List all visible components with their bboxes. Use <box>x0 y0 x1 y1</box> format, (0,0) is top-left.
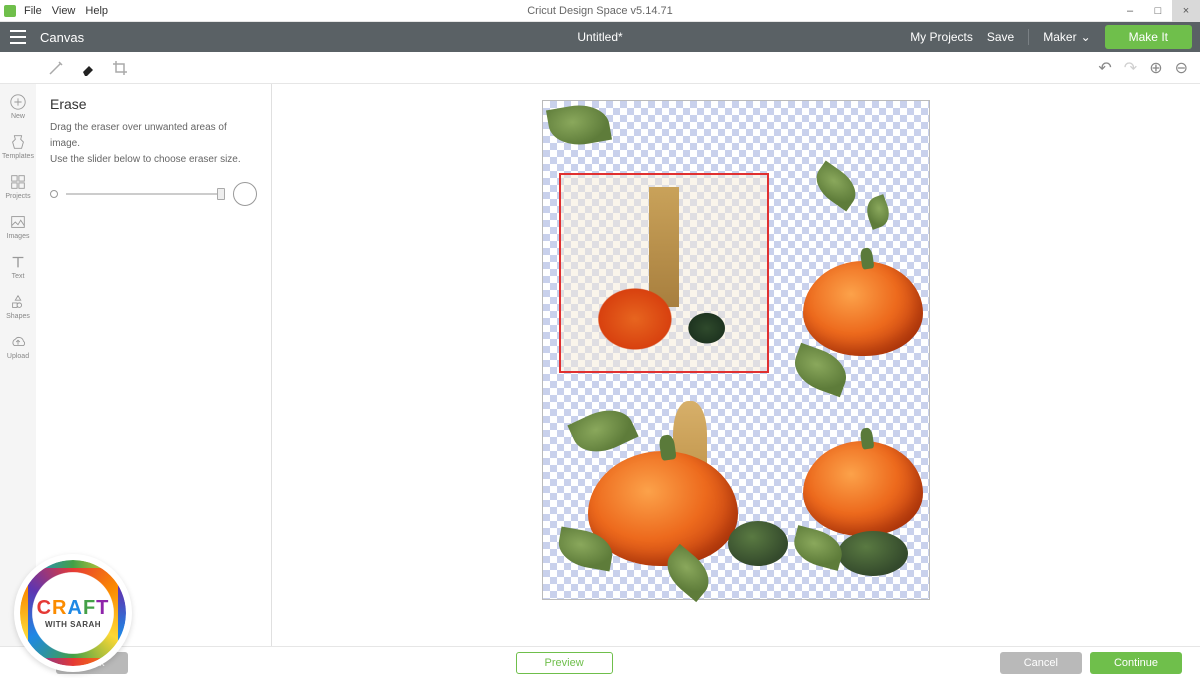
pumpkin-graphic <box>803 441 923 536</box>
squash-graphic <box>838 531 908 576</box>
rail-templates[interactable]: Templates <box>0 126 36 166</box>
window-close-icon[interactable]: × <box>1172 0 1200 22</box>
chevron-down-icon: ⌄ <box>1081 30 1091 44</box>
leaf-graphic <box>546 100 612 150</box>
footer-bar: Back Preview Cancel Continue <box>0 646 1200 678</box>
erase-panel-title: Erase <box>50 96 257 112</box>
rail-images[interactable]: Images <box>0 206 36 246</box>
leaf-graphic <box>809 161 864 212</box>
eraser-size-slider[interactable] <box>50 182 257 206</box>
rail-shapes[interactable]: Shapes <box>0 286 36 326</box>
watermark-subtitle: WITH SARAH <box>37 620 110 629</box>
document-title: Untitled* <box>577 30 622 44</box>
app-header: Canvas Untitled* My Projects Save Maker … <box>0 22 1200 52</box>
squash-graphic <box>728 521 788 566</box>
watermark-title: CRAFT <box>37 597 110 620</box>
undo-icon[interactable]: ↶ <box>1098 58 1111 78</box>
slider-max-icon <box>233 182 257 206</box>
window-maximize-icon[interactable]: □ <box>1144 0 1172 22</box>
save-link[interactable]: Save <box>987 30 1014 44</box>
erase-panel-hint2: Use the slider below to choose eraser si… <box>50 152 257 168</box>
continue-button[interactable]: Continue <box>1090 652 1182 674</box>
watermark-logo: CRAFT WITH SARAH <box>14 554 132 672</box>
app-title: Cricut Design Space v5.14.71 <box>527 5 673 17</box>
header-divider <box>1028 29 1029 45</box>
left-rail: New Templates Projects Images Text Shape… <box>0 84 36 646</box>
os-titlebar: File View Help Cricut Design Space v5.14… <box>0 0 1200 22</box>
menu-view[interactable]: View <box>52 5 76 17</box>
slider-track[interactable] <box>66 193 225 195</box>
menu-file[interactable]: File <box>24 5 42 17</box>
artboard[interactable] <box>542 100 930 600</box>
erase-panel-hint1: Drag the eraser over unwanted areas of i… <box>50 120 257 152</box>
breadcrumb-canvas[interactable]: Canvas <box>40 30 84 45</box>
rail-shapes-label: Shapes <box>6 313 30 320</box>
rail-templates-label: Templates <box>2 153 34 160</box>
rail-images-label: Images <box>7 233 30 240</box>
hamburger-menu-icon[interactable] <box>0 30 36 44</box>
leaf-graphic <box>567 400 638 462</box>
crop-icon[interactable] <box>112 60 128 76</box>
rail-new-label: New <box>11 113 25 120</box>
wand-icon[interactable] <box>48 60 64 76</box>
preview-button[interactable]: Preview <box>516 652 613 674</box>
cancel-button[interactable]: Cancel <box>1000 652 1082 674</box>
my-projects-link[interactable]: My Projects <box>910 30 973 44</box>
pumpkin-graphic <box>803 261 923 356</box>
menu-help[interactable]: Help <box>85 5 108 17</box>
eraser-icon[interactable] <box>80 60 96 76</box>
rail-upload[interactable]: Upload <box>0 326 36 366</box>
rail-upload-label: Upload <box>7 353 29 360</box>
zoom-out-icon[interactable]: ⊖ <box>1175 58 1188 78</box>
app-logo-icon <box>4 5 16 17</box>
rail-text[interactable]: Text <box>0 246 36 286</box>
zoom-in-icon[interactable]: ⊕ <box>1149 58 1162 78</box>
rail-projects[interactable]: Projects <box>0 166 36 206</box>
slider-thumb[interactable] <box>217 188 225 200</box>
selection-box[interactable] <box>559 173 769 373</box>
main-area: New Templates Projects Images Text Shape… <box>0 84 1200 646</box>
machine-selector-label: Maker <box>1043 30 1076 44</box>
window-minimize-icon[interactable]: – <box>1116 0 1144 22</box>
rail-projects-label: Projects <box>5 193 30 200</box>
rail-new[interactable]: New <box>0 86 36 126</box>
app-menu: File View Help <box>24 5 108 17</box>
machine-selector[interactable]: Maker ⌄ <box>1043 30 1090 44</box>
make-it-button[interactable]: Make It <box>1105 25 1192 49</box>
leaf-graphic <box>863 194 894 230</box>
redo-icon[interactable]: ↷ <box>1124 58 1137 78</box>
slider-min-icon <box>50 190 58 198</box>
rail-text-label: Text <box>12 273 25 280</box>
edit-toolbar: ↶ ↷ ⊕ ⊖ <box>0 52 1200 84</box>
canvas-viewport[interactable] <box>272 84 1200 646</box>
window-controls: – □ × <box>1116 0 1200 22</box>
